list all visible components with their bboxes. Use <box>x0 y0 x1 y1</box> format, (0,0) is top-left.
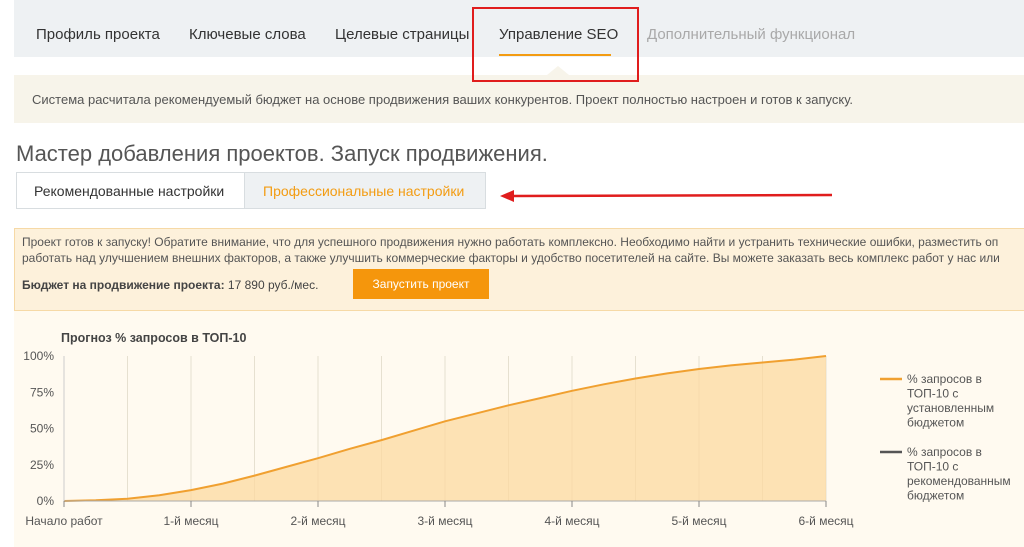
y-tick-label: 50% <box>30 422 54 436</box>
x-tick-label: 5-й месяц <box>671 514 726 528</box>
panel-description-line-1: Проект готов к запуску! Обратите внимани… <box>22 235 999 249</box>
tab-professional-settings[interactable]: Профессиональные настройки <box>245 173 485 208</box>
highlight-box <box>472 7 639 82</box>
legend-label-2: бюджетом <box>907 489 964 503</box>
x-tick-label: Начало работ <box>25 514 103 528</box>
legend-label-1: % запросов в <box>907 372 982 386</box>
tab-target-pages[interactable]: Целевые страницы <box>335 26 469 43</box>
launch-project-button[interactable]: Запустить проект <box>353 269 489 299</box>
chart-title: Прогноз % запросов в ТОП-10 <box>61 331 246 345</box>
info-bar: Система расчитала рекомендуемый бюджет н… <box>14 75 1024 123</box>
panel-description: Проект готов к запуску! Обратите внимани… <box>22 235 1024 266</box>
x-tick-label: 2-й месяц <box>290 514 345 528</box>
budget-label: Бюджет на продвижение проекта: <box>22 278 225 292</box>
y-tick-label: 0% <box>37 494 55 508</box>
tab-keywords[interactable]: Ключевые слова <box>189 26 306 43</box>
x-tick-label: 4-й месяц <box>544 514 599 528</box>
page-title: Мастер добавления проектов. Запуск продв… <box>16 141 548 166</box>
panel-description-line-2: работать над улучшением внешних факторов… <box>22 250 1000 265</box>
legend-label-1: бюджетом <box>907 416 964 430</box>
x-tick-label: 6-й месяц <box>798 514 853 528</box>
y-tick-label: 100% <box>23 349 54 363</box>
settings-tabs: Рекомендованные настройки Профессиональн… <box>16 172 486 209</box>
legend-label-1: ТОП-10 с <box>907 387 958 401</box>
legend-label-2: рекомендованным <box>907 474 1011 488</box>
legend-label-2: ТОП-10 с <box>907 460 958 474</box>
budget-row: Бюджет на продвижение проекта: 17 890 ру… <box>22 278 318 292</box>
budget-value: 17 890 руб./мес. <box>227 278 319 292</box>
x-tick-label: 1-й месяц <box>163 514 218 528</box>
x-tick-label: 3-й месяц <box>417 514 472 528</box>
forecast-chart-svg: Прогноз % запросов в ТОП-10 0% 25% 50% 75% 1… <box>23 331 1011 528</box>
forecast-chart: Прогноз % запросов в ТОП-10 0% 25% 50% 75% 1… <box>14 310 1024 547</box>
tab-project-profile[interactable]: Профиль проекта <box>36 26 160 43</box>
legend-label-1: установленным <box>907 401 994 415</box>
tab-recommended-settings[interactable]: Рекомендованные настройки <box>17 173 245 208</box>
legend-label-2: % запросов в <box>907 445 982 459</box>
tab-additional-features[interactable]: Дополнительный функционал <box>647 26 855 43</box>
y-tick-label: 25% <box>30 458 54 472</box>
info-bar-text: Система расчитала рекомендуемый бюджет н… <box>32 92 854 107</box>
annotation-arrow-icon <box>500 190 833 202</box>
y-tick-label: 75% <box>30 385 54 399</box>
